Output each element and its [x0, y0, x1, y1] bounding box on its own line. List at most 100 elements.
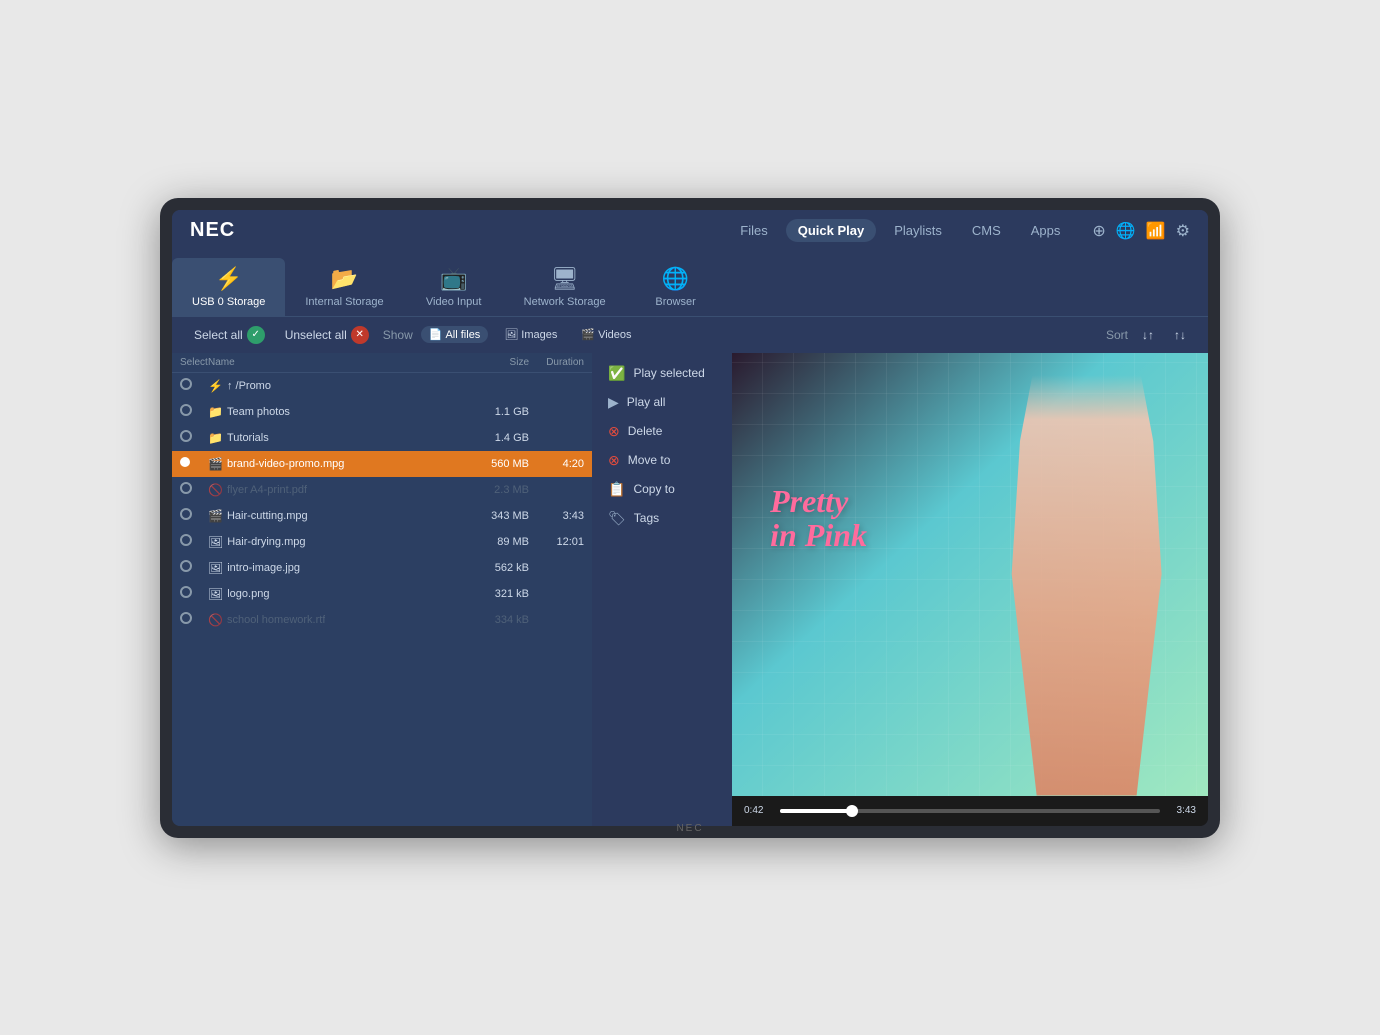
- copy-to-icon: 📋: [608, 481, 625, 498]
- unselect-all-button[interactable]: Unselect all ✕: [279, 323, 375, 347]
- progress-fill: [780, 809, 852, 813]
- progress-bar[interactable]: [780, 809, 1160, 813]
- storage-internal-label: Internal Storage: [305, 296, 383, 308]
- table-row[interactable]: 🖼 logo.png 321 kB: [172, 581, 592, 607]
- usb-nav-icon: ⚡: [208, 379, 223, 393]
- video-preview: Prettyin Pink: [732, 353, 1208, 796]
- file-size: 560 MB: [459, 458, 529, 470]
- move-to-label: Move to: [628, 453, 671, 467]
- unselect-all-label: Unselect all: [285, 328, 347, 342]
- table-row[interactable]: 🖼 intro-image.jpg 562 kB: [172, 555, 592, 581]
- total-time: 3:43: [1168, 805, 1196, 816]
- move-to-button[interactable]: ⊗ Move to: [608, 452, 716, 469]
- table-row[interactable]: 📁 Tutorials 1.4 GB: [172, 425, 592, 451]
- storage-network[interactable]: 🖥 Network Storage: [504, 258, 626, 316]
- add-icon[interactable]: ⊕: [1092, 221, 1105, 241]
- table-row[interactable]: 🚫 flyer A4-print.pdf 2.3 MB: [172, 477, 592, 503]
- filter-images[interactable]: 🖼 Images: [496, 326, 565, 343]
- tv-monitor: NEC Files Quick Play Playlists CMS Apps …: [160, 198, 1220, 838]
- blocked-icon: 🚫: [208, 483, 223, 497]
- radio-parent: [180, 378, 208, 393]
- sort-desc-button[interactable]: ↑↓: [1168, 325, 1192, 345]
- play-selected-label: Play selected: [633, 366, 704, 380]
- file-name: logo.png: [227, 588, 269, 600]
- file-table-header: Select Name Size Duration: [172, 353, 592, 373]
- play-selected-button[interactable]: ✅ Play selected: [608, 365, 716, 382]
- video-file-icon: 🎬: [208, 457, 223, 471]
- nav-files[interactable]: Files: [728, 219, 779, 242]
- filter-videos[interactable]: 🎬 Videos: [573, 326, 639, 343]
- table-row[interactable]: 🎬 Hair-cutting.mpg 343 MB 3:43: [172, 503, 592, 529]
- file-size: 89 MB: [459, 536, 529, 548]
- nav-quick-play[interactable]: Quick Play: [786, 219, 876, 242]
- nav-playlists[interactable]: Playlists: [882, 219, 954, 242]
- file-name: flyer A4-print.pdf: [227, 484, 307, 496]
- copy-to-button[interactable]: 📋 Copy to: [608, 481, 716, 498]
- table-row[interactable]: 🚫 school homework.rtf 334 kB: [172, 607, 592, 633]
- radio-brand: [180, 457, 208, 470]
- image-file-icon: 🖼: [208, 561, 223, 575]
- file-size: 343 MB: [459, 510, 529, 522]
- settings-icon[interactable]: ⚙: [1176, 221, 1190, 241]
- nav-cms[interactable]: CMS: [960, 219, 1013, 242]
- nav-items: Files Quick Play Playlists CMS Apps: [728, 219, 1072, 242]
- file-duration: 3:43: [529, 510, 584, 522]
- file-panel: Select Name Size Duration ⚡ ↑ /Promo: [172, 353, 592, 826]
- tags-button[interactable]: 🏷 Tags: [608, 510, 716, 527]
- storage-browser[interactable]: 🌐 Browser: [626, 258, 726, 316]
- sort-asc-button[interactable]: ↓↑: [1136, 325, 1160, 345]
- video-input-icon: 📺: [440, 266, 467, 292]
- storage-internal[interactable]: 📂 Internal Storage: [285, 258, 403, 316]
- radio-flyer: [180, 482, 208, 497]
- file-size: 1.1 GB: [459, 406, 529, 418]
- sort-desc-icon: ↑↓: [1174, 328, 1186, 342]
- file-icon: 📄: [429, 328, 443, 341]
- table-row[interactable]: 🎬 brand-video-promo.mpg 560 MB 4:20: [172, 451, 592, 477]
- radio-hair-cutting: [180, 508, 208, 523]
- nav-apps[interactable]: Apps: [1019, 219, 1073, 242]
- sort-asc-icon: ↓↑: [1142, 328, 1154, 342]
- nec-logo: NEC: [190, 219, 235, 242]
- file-size: 321 kB: [459, 588, 529, 600]
- delete-label: Delete: [628, 424, 663, 438]
- table-row[interactable]: ⚡ ↑ /Promo: [172, 373, 592, 399]
- unselect-all-x-icon: ✕: [351, 326, 369, 344]
- image-filter-icon: 🖼: [504, 328, 518, 341]
- storage-network-label: Network Storage: [524, 296, 606, 308]
- filter-videos-label: Videos: [598, 329, 631, 341]
- image-file-icon: 🖼: [208, 587, 223, 601]
- file-name: Hair-drying.mpg: [227, 536, 305, 548]
- wifi-icon[interactable]: 📶: [1146, 221, 1166, 241]
- storage-usb[interactable]: ⚡ USB 0 Storage: [172, 258, 285, 316]
- usb-icon: ⚡: [215, 266, 242, 292]
- select-all-button[interactable]: Select all ✓: [188, 323, 271, 347]
- file-size: 334 kB: [459, 614, 529, 626]
- storage-usb-label: USB 0 Storage: [192, 296, 265, 308]
- folder-icon: 📁: [208, 405, 223, 419]
- file-name: school homework.rtf: [227, 614, 325, 626]
- radio-hair-drying: [180, 534, 208, 549]
- file-duration: 12:01: [529, 536, 584, 548]
- file-size: 562 kB: [459, 562, 529, 574]
- copy-to-label: Copy to: [633, 482, 674, 496]
- filter-all-files[interactable]: 📄 All files: [421, 326, 489, 343]
- storage-video-input[interactable]: 📺 Video Input: [404, 258, 504, 316]
- tv-brand-label: NEC: [676, 823, 703, 834]
- play-all-label: Play all: [627, 395, 666, 409]
- tv-screen: NEC Files Quick Play Playlists CMS Apps …: [172, 210, 1208, 826]
- tags-label: Tags: [634, 511, 659, 525]
- video-controls: 0:42 3:43: [732, 796, 1208, 826]
- file-name: intro-image.jpg: [227, 562, 300, 574]
- preview-panel: Prettyin Pink 0:42 3:43: [732, 353, 1208, 826]
- col-select: Select: [180, 357, 208, 368]
- delete-button[interactable]: ⊗ Delete: [608, 423, 716, 440]
- table-row[interactable]: 🖼 Hair-drying.mpg 89 MB 12:01: [172, 529, 592, 555]
- play-all-button[interactable]: ▶ Play all: [608, 394, 716, 411]
- context-menu: ✅ Play selected ▶ Play all ⊗ Delete ⊗ Mo…: [592, 353, 732, 826]
- internal-icon: 📂: [331, 266, 358, 292]
- tags-icon: 🏷: [608, 510, 626, 527]
- globe-icon[interactable]: 🌐: [1116, 221, 1136, 241]
- storage-video-label: Video Input: [426, 296, 481, 308]
- toolbar-row: Select all ✓ Unselect all ✕ Show 📄 All f…: [172, 316, 1208, 353]
- table-row[interactable]: 📁 Team photos 1.1 GB: [172, 399, 592, 425]
